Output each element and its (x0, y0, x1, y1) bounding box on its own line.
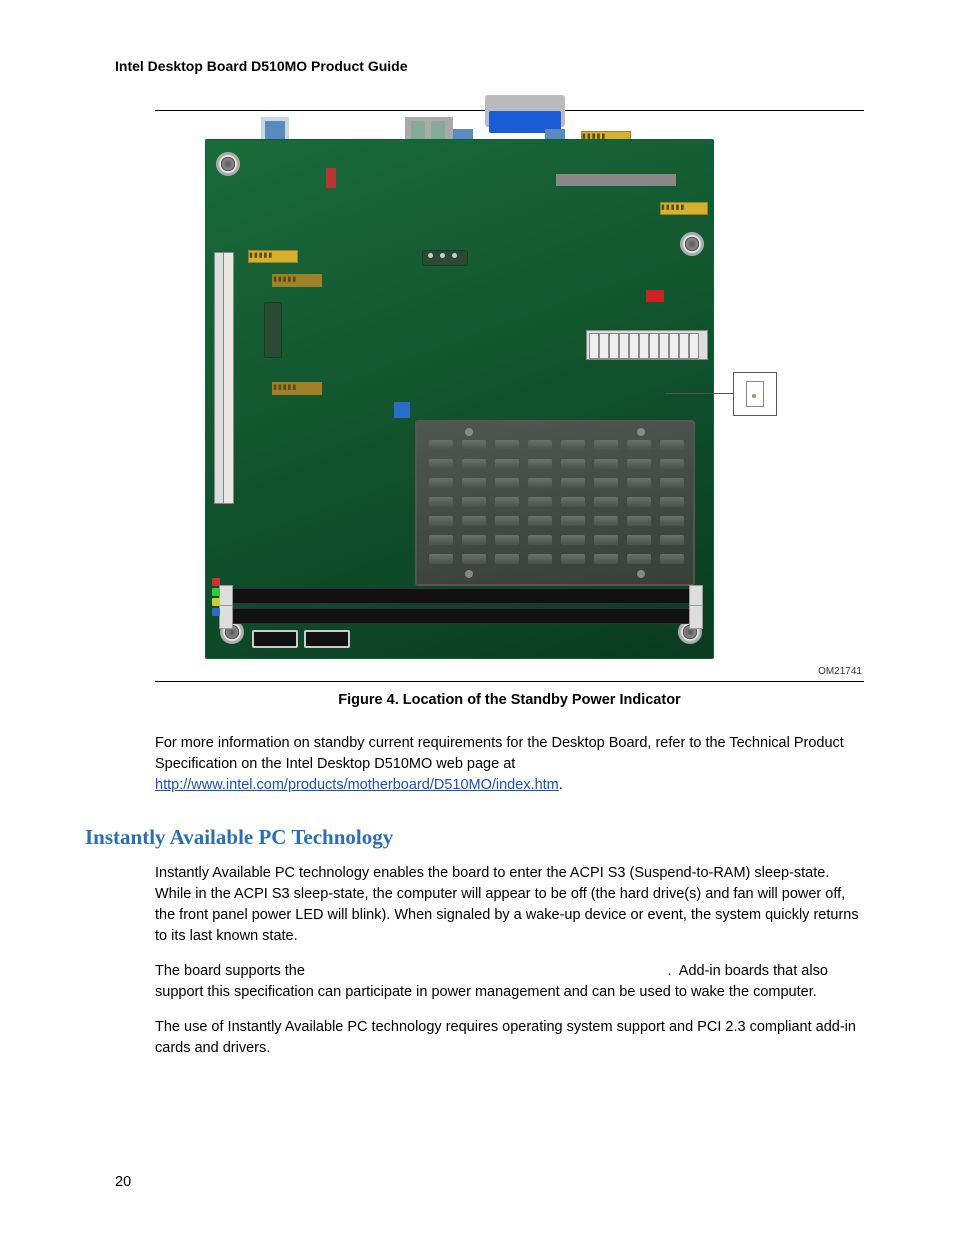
text: For more information on standby current … (155, 735, 844, 772)
product-spec-link[interactable]: http://www.intel.com/products/motherboar… (155, 777, 559, 793)
callout-leader-line (665, 393, 733, 394)
body-paragraph: Instantly Available PC technology enable… (155, 863, 864, 947)
body-paragraph: For more information on standby current … (155, 733, 864, 796)
section-heading: Instantly Available PC Technology (85, 822, 864, 852)
text: . (559, 777, 563, 793)
figure-container: ▮▮▮▮▮ ▮▮▮▮▮ ▮▮▮▮▮ ▮▮▮▮▮ ▮▮▮▮▮ OM21741 (155, 110, 864, 682)
body-paragraph: The board supports the . Add-in boards t… (155, 961, 864, 1003)
motherboard-illustration: ▮▮▮▮▮ ▮▮▮▮▮ ▮▮▮▮▮ ▮▮▮▮▮ ▮▮▮▮▮ (205, 117, 712, 657)
running-head: Intel Desktop Board D510MO Product Guide (115, 56, 864, 76)
figure-reference-id: OM21741 (818, 665, 862, 680)
body-paragraph: The use of Instantly Available PC techno… (155, 1017, 864, 1059)
standby-power-indicator-callout (733, 372, 777, 416)
figure-caption: Figure 4. Location of the Standby Power … (155, 690, 864, 711)
page-number: 20 (115, 1172, 131, 1193)
